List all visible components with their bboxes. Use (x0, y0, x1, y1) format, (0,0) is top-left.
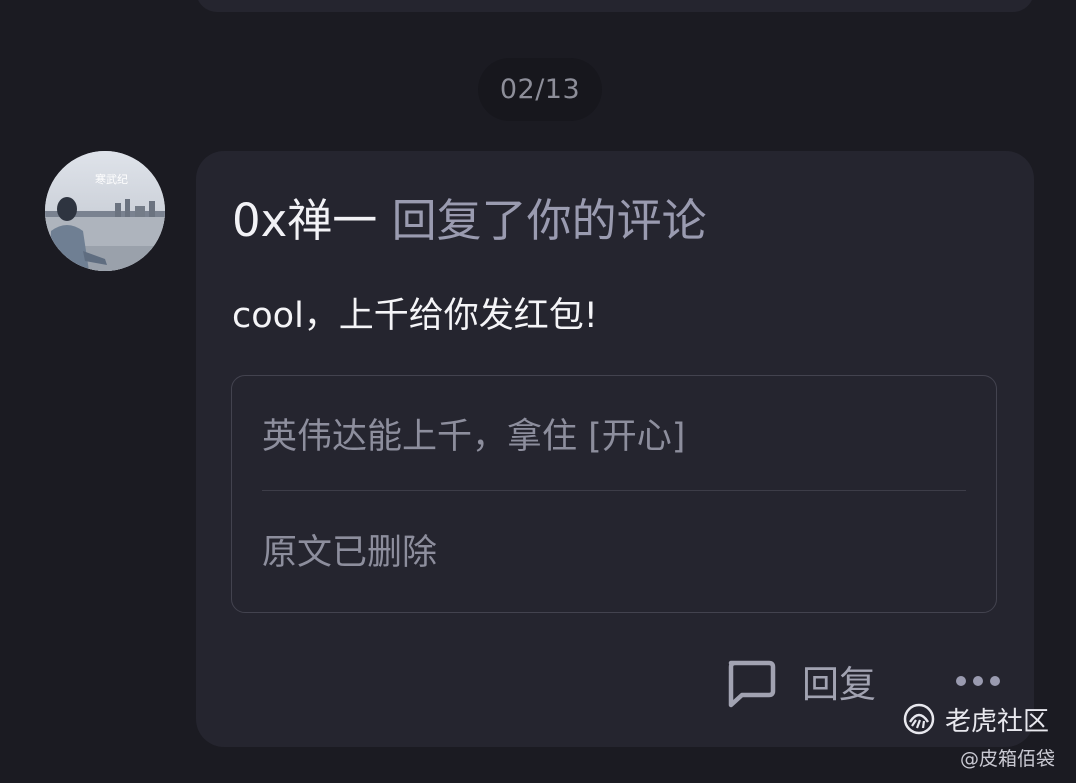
watermark: 老虎社区 (902, 700, 1049, 738)
watermark-author: @皮箱佰袋 (960, 748, 1056, 770)
more-dots-icon (990, 676, 1000, 686)
reply-comment-text: cool，上千给你发红包! (232, 296, 598, 336)
more-dots-icon (973, 676, 983, 686)
quoted-comment-text: 英伟达能上千，拿住 [开心] (262, 417, 686, 457)
original-post-status: 原文已删除 (262, 533, 438, 573)
date-separator: 02/13 (478, 58, 602, 121)
watermark-brand: 老虎社区 (945, 706, 1050, 737)
notification-action: 回复了你的评论 (377, 194, 707, 247)
reply-button[interactable]: 回复 (722, 651, 876, 711)
quote-divider (262, 490, 966, 491)
comment-bubble-icon (722, 653, 778, 709)
avatar-image: 寒武纪 (45, 151, 165, 271)
avatar-overlay-text: 寒武纪 (95, 172, 128, 186)
quoted-content-box[interactable]: 英伟达能上千，拿住 [开心] 原文已删除 (231, 375, 997, 613)
more-dots-icon (956, 676, 966, 686)
username-link[interactable]: 0x禅一 (232, 194, 377, 247)
avatar[interactable]: 寒武纪 (45, 151, 165, 271)
tiger-logo-icon (903, 703, 935, 735)
notification-title: 0x禅一 回复了你的评论 (232, 191, 707, 251)
more-options-button[interactable] (948, 663, 1008, 699)
reply-label: 回复 (802, 663, 876, 706)
notification-card[interactable]: 0x禅一 回复了你的评论 cool，上千给你发红包! 英伟达能上千，拿住 [开心… (196, 151, 1034, 747)
previous-notification-card[interactable] (196, 0, 1034, 12)
